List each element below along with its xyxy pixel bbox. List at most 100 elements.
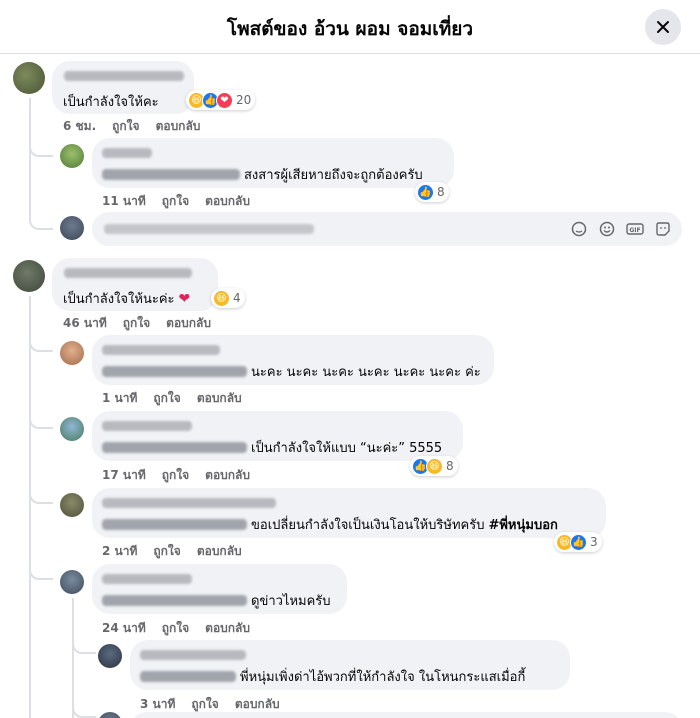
thread-line: [29, 556, 53, 580]
comment-text: เป็นกำลังใจให้แบบ “นะค่ะ” 5555: [102, 437, 442, 458]
reply-link[interactable]: ตอบกลับ: [205, 466, 250, 485]
avatar[interactable]: [98, 644, 122, 668]
reply-text: พี่หนุ่มเพิ่งด่าไอ้พวกที่ให้กำลังใจ ในโห…: [240, 670, 526, 685]
comment-time[interactable]: 1 นาที: [102, 389, 137, 408]
avatar[interactable]: [60, 144, 84, 168]
thread-line: [29, 405, 53, 429]
commenter-name[interactable]: [102, 148, 152, 158]
reaction-summary[interactable]: 😆 4: [211, 288, 245, 308]
heart-emoji-icon: ❤: [178, 290, 191, 307]
comment-meta: 6 ชม. ถูกใจ ตอบกลับ: [63, 117, 200, 136]
reply-text: นะคะ นะคะ นะคะ นะคะ นะคะ นะคะ ค่ะ: [251, 365, 481, 380]
reply-link[interactable]: ตอบกลับ: [197, 389, 242, 408]
reaction-count: 8: [437, 185, 445, 199]
avatar[interactable]: [60, 570, 84, 594]
comment-time[interactable]: 2 นาที: [102, 542, 137, 561]
comment-text: เป็นกำลังใจให้คะ: [63, 95, 159, 110]
avatar: [98, 712, 122, 718]
comment-time[interactable]: 46 นาที: [63, 314, 107, 333]
reaction-summary[interactable]: 👍 😆 8: [410, 456, 458, 476]
like-link[interactable]: ถูกใจ: [153, 542, 180, 561]
comment-meta: 24 นาที ถูกใจ ตอบกลับ: [102, 619, 250, 638]
comment-time[interactable]: 6 ชม.: [63, 117, 96, 136]
reaction-summary[interactable]: 😆 👍 ❤ 20: [186, 90, 256, 110]
avatar[interactable]: [13, 260, 45, 292]
like-reaction-icon: 👍: [570, 533, 587, 551]
avatar-sticker-icon[interactable]: [654, 220, 672, 238]
avatar: [60, 216, 84, 240]
comment-text: พี่หนุ่มเพิ่งด่าไอ้พวกที่ให้กำลังใจ ในโห…: [140, 666, 525, 687]
comment-time[interactable]: 17 นาที: [102, 466, 146, 485]
reply-link[interactable]: ตอบกลับ: [205, 192, 250, 211]
commenter-name[interactable]: [102, 574, 192, 584]
post-header: โพสต์ของ อ้วน ผอม จอมเที่ยว: [0, 0, 700, 54]
svg-text:GIF: GIF: [629, 227, 640, 234]
page-title: โพสต์ของ อ้วน ผอม จอมเที่ยว: [226, 18, 474, 40]
reply-text: เป็นกำลังใจให้แบบ “นะค่ะ” 5555: [251, 441, 443, 456]
like-link[interactable]: ถูกใจ: [153, 389, 180, 408]
thread-line: [72, 690, 96, 718]
comment-time[interactable]: 11 นาที: [102, 192, 146, 211]
comment-meta: 1 นาที ถูกใจ ตอบกลับ: [102, 389, 242, 408]
reaction-count: 4: [233, 291, 241, 305]
avatar[interactable]: [60, 417, 84, 441]
thread-line: [72, 632, 96, 654]
sticker-icon[interactable]: [570, 220, 588, 238]
thread-line: [29, 330, 53, 352]
like-link[interactable]: ถูกใจ: [123, 314, 150, 333]
commenter-name[interactable]: [102, 421, 192, 431]
reply-link[interactable]: ตอบกลับ: [156, 117, 201, 136]
reply-text: ขอเปลี่ยนกำลังใจเป็นเงินโอนให้บริษัทครับ: [251, 518, 485, 533]
thread-line: [29, 296, 31, 718]
comment-time[interactable]: 24 นาที: [102, 619, 146, 638]
reply-input[interactable]: [130, 712, 682, 718]
emoji-icon[interactable]: [598, 220, 616, 238]
reaction-count: 3: [590, 535, 598, 549]
commenter-name[interactable]: [140, 650, 246, 660]
reply-link[interactable]: ตอบกลับ: [197, 542, 242, 561]
hashtag-link[interactable]: #พี่หนุ่มบอก: [488, 514, 557, 535]
commenter-name[interactable]: [64, 268, 192, 278]
like-link[interactable]: ถูกใจ: [162, 619, 189, 638]
avatar[interactable]: [60, 493, 84, 517]
haha-reaction-icon: 😆: [426, 457, 443, 475]
reaction-summary[interactable]: 👍 8: [415, 182, 449, 202]
reply-link[interactable]: ตอบกลับ: [205, 619, 250, 638]
reply-link[interactable]: ตอบกลับ: [166, 314, 211, 333]
like-link[interactable]: ถูกใจ: [112, 117, 139, 136]
comment-text: ดูข่าวไหมครับ: [102, 590, 331, 611]
gif-icon[interactable]: GIF: [626, 220, 644, 238]
comment-meta: 2 นาที ถูกใจ ตอบกลับ: [102, 542, 242, 561]
comment-text: สงสารผู้เสียหายถึงจะถูกต้องครับ: [102, 164, 423, 185]
close-icon: [657, 21, 669, 33]
mention-tag[interactable]: [140, 671, 236, 682]
commenter-name[interactable]: [102, 345, 220, 355]
avatar[interactable]: [60, 341, 84, 365]
comment-text: ขอเปลี่ยนกำลังใจเป็นเงินโอนให้บริษัทครับ…: [102, 514, 558, 535]
reaction-summary[interactable]: 😆 👍 3: [554, 532, 602, 552]
reaction-count: 20: [236, 93, 252, 107]
thread-line: [29, 480, 53, 504]
comment-text: นะคะ นะคะ นะคะ นะคะ นะคะ นะคะ ค่ะ: [102, 361, 481, 382]
commenter-name[interactable]: [64, 71, 184, 81]
commenter-name[interactable]: [102, 498, 276, 508]
comment-meta: 46 นาที ถูกใจ ตอบกลับ: [63, 314, 211, 333]
like-link[interactable]: ถูกใจ: [162, 192, 189, 211]
mention-tag[interactable]: [102, 169, 240, 180]
close-button[interactable]: [645, 9, 681, 45]
mention-tag[interactable]: [102, 366, 247, 377]
reply-text: สงสารผู้เสียหายถึงจะถูกต้องครับ: [244, 168, 423, 183]
mention-tag[interactable]: [102, 519, 247, 530]
comment-meta: 11 นาที ถูกใจ ตอบกลับ: [102, 192, 250, 211]
reply-prefill: [104, 224, 314, 234]
love-reaction-icon: ❤: [216, 91, 233, 109]
reply-text: ดูข่าวไหมครับ: [251, 594, 331, 609]
reply-input-tools: GIF: [570, 220, 672, 238]
like-link[interactable]: ถูกใจ: [162, 466, 189, 485]
comment-text: เป็นกำลังใจให้นะค่ะ ❤: [63, 288, 190, 309]
mention-tag[interactable]: [102, 442, 247, 453]
avatar[interactable]: [13, 62, 45, 94]
mention-tag[interactable]: [102, 595, 247, 606]
comment-meta: 17 นาที ถูกใจ ตอบกลับ: [102, 466, 250, 485]
haha-reaction-icon: 😆: [213, 289, 230, 307]
